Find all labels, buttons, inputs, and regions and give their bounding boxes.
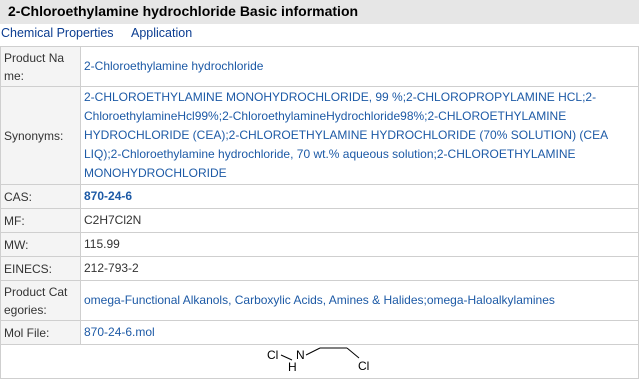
atom-n: N (296, 348, 305, 362)
atom-cl-right: Cl (358, 359, 369, 373)
table-row: Mol File: 870-24-6.mol (0, 320, 639, 345)
table-row: Synonyms: 2-CHLOROETHYLAMINE MONOHYDROCH… (0, 86, 639, 185)
section-header: 2-Chloroethylamine hydrochloride Basic i… (0, 0, 639, 24)
einecs-label: EINECS: (0, 256, 81, 281)
table-row: MF: C2H7Cl2N (0, 208, 639, 233)
synonyms-value: 2-CHLOROETHYLAMINE MONOHYDROCHLORIDE, 99… (80, 86, 639, 185)
product-name-label: Product Na me: (0, 46, 81, 87)
tab-application[interactable]: Application (131, 26, 192, 40)
info-table: Product Na me: 2-Chloroethylamine hydroc… (0, 46, 639, 379)
table-row: Cl H N Cl (0, 344, 639, 379)
mol-file-link[interactable]: 870-24-6.mol (80, 320, 639, 345)
tab-bar: Chemical Properties Application (0, 24, 639, 46)
table-row: EINECS: 212-793-2 (0, 256, 639, 281)
synonyms-label: Synonyms: (0, 86, 81, 185)
mw-label: MW: (0, 232, 81, 257)
product-categories-value[interactable]: omega-Functional Alkanols, Carboxylic Ac… (80, 280, 639, 321)
bond-n-c (305, 347, 320, 356)
mol-file-label: Mol File: (0, 320, 81, 345)
mf-value: C2H7Cl2N (80, 208, 639, 233)
bond-c-cl (346, 347, 359, 359)
cas-label: CAS: (0, 184, 81, 209)
table-row: MW: 115.99 (0, 232, 639, 257)
tab-chemical-properties[interactable]: Chemical Properties (1, 26, 114, 40)
table-row: Product Cat egories: omega-Functional Al… (0, 280, 639, 321)
mw-value: 115.99 (80, 232, 639, 257)
structure-cell: Cl H N Cl (0, 344, 639, 379)
page-title: 2-Chloroethylamine hydrochloride Basic i… (8, 3, 359, 19)
atom-h: H (288, 360, 297, 374)
basic-info-panel: 2-Chloroethylamine hydrochloride Basic i… (0, 0, 639, 382)
cas-value[interactable]: 870-24-6 (80, 184, 639, 209)
product-name-value: 2-Chloroethylamine hydrochloride (80, 46, 639, 87)
atom-cl-left: Cl (267, 348, 278, 362)
einecs-value: 212-793-2 (80, 256, 639, 281)
table-row: Product Na me: 2-Chloroethylamine hydroc… (0, 46, 639, 87)
table-row: CAS: 870-24-6 (0, 184, 639, 209)
structure-image: Cl H N Cl (267, 347, 369, 374)
mf-label: MF: (0, 208, 81, 233)
product-categories-label: Product Cat egories: (0, 280, 81, 321)
